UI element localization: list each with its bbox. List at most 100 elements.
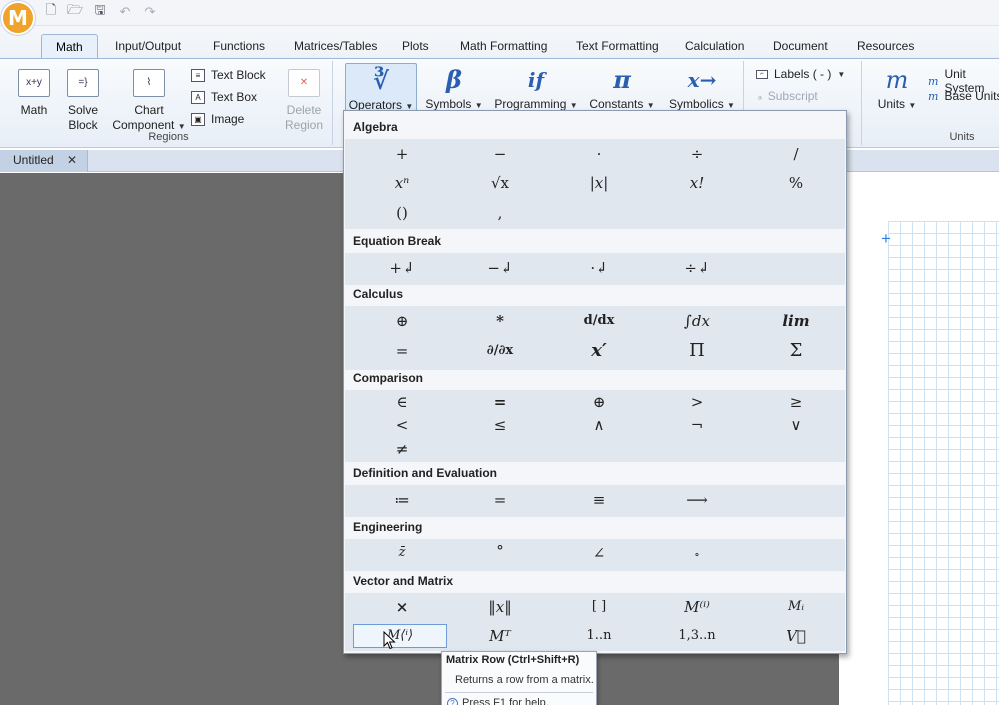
division-break-operator[interactable]: ÷↲ (667, 258, 727, 278)
operators-button[interactable]: ∛ Operators ▼ (345, 63, 417, 115)
multiply-operator[interactable]: · (569, 144, 629, 164)
delete-region-icon: ✕ (288, 69, 320, 97)
inline-divide-operator[interactable]: / (766, 144, 826, 164)
worksheet-grid[interactable] (888, 221, 999, 705)
cross-product-operator[interactable]: × (372, 597, 432, 617)
image-button[interactable]: ▣ Image (191, 112, 244, 126)
programming-icon: if (527, 68, 545, 92)
operators-dropdown-panel: Algebra + − · ÷ / xⁿ √x |x| x! % () , Eq… (343, 110, 847, 654)
boolean-equals-operator[interactable]: = (470, 392, 530, 412)
vectorize-operator[interactable]: V⃗ (766, 626, 826, 646)
subscript-button[interactable]: ₐ Subscript (758, 89, 818, 103)
delete-region-button[interactable]: ✕ Delete Region (279, 69, 329, 133)
subscript-index-operator[interactable]: Mᵢ (766, 597, 826, 617)
symbols-button[interactable]: β Symbols ▼ (423, 63, 485, 113)
not-operator[interactable]: ¬ (667, 415, 727, 435)
or-operator[interactable]: ∨ (766, 415, 826, 435)
less-than-operator[interactable]: < (372, 415, 432, 435)
parentheses-operator[interactable]: () (372, 203, 432, 223)
matrix-column-operator[interactable]: M⁽ⁱ⁾ (667, 597, 727, 617)
minus-operator[interactable]: − (470, 144, 530, 164)
comma-operator[interactable]: , (470, 203, 530, 223)
xor-operator[interactable]: ⊕ (569, 392, 629, 412)
chart-component-button[interactable]: ⌇ Chart Component ▼ (111, 69, 187, 134)
section-algebra: Algebra (353, 120, 398, 134)
complex-conjugate-operator[interactable]: z̄ (372, 543, 432, 563)
app-logo[interactable]: M (1, 1, 35, 35)
save-icon[interactable]: 🖫 (92, 2, 108, 20)
star-operator[interactable]: * (470, 311, 530, 331)
integral-operator[interactable]: ∫dx (667, 311, 727, 331)
units-button[interactable]: m Units ▼ (872, 63, 922, 113)
math-region-icon: x+y (18, 69, 50, 97)
derivative-operator[interactable]: d/dx (569, 311, 629, 331)
definition-operator[interactable]: ≔ (372, 490, 432, 510)
base-units-button[interactable]: m Base Units (928, 89, 999, 103)
undo-icon[interactable]: ↶ (117, 4, 133, 20)
small-circle-operator[interactable]: ∘ (667, 545, 727, 565)
subtraction-break-operator[interactable]: −↲ (470, 258, 530, 278)
tab-document[interactable]: Document (759, 34, 842, 59)
symbolics-button[interactable]: x→ Symbolics ▼ (662, 63, 742, 113)
percent-operator[interactable]: % (766, 173, 826, 193)
redo-icon[interactable]: ↷ (142, 4, 158, 20)
tab-math-formatting[interactable]: Math Formatting (446, 34, 561, 59)
text-block-icon: ≡ (191, 68, 205, 82)
section-definition-evaluation: Definition and Evaluation (353, 466, 498, 480)
divide-operator[interactable]: ÷ (667, 144, 727, 164)
absolute-value-operator[interactable]: |x| (569, 173, 629, 193)
close-icon[interactable]: ✕ (67, 150, 77, 171)
transpose-operator[interactable]: Mᵀ (470, 626, 530, 646)
matrix-row-operator[interactable]: M⟨ⁱ⟩ (353, 624, 447, 648)
tab-functions[interactable]: Functions (199, 34, 279, 59)
product-operator[interactable]: Π (667, 341, 727, 361)
partial-derivative-operator[interactable]: ∂/∂x (470, 341, 530, 361)
tab-text-formatting[interactable]: Text Formatting (562, 34, 673, 59)
summation-operator[interactable]: Σ (766, 341, 826, 361)
text-block-button[interactable]: ≡ Text Block (191, 68, 266, 82)
math-region-button[interactable]: x+y Math (13, 69, 55, 118)
symbolic-evaluation-operator[interactable]: ⟶ (667, 490, 727, 510)
matrix-operator[interactable]: [ ] (569, 597, 629, 617)
tab-input-output[interactable]: Input/Output (101, 34, 195, 59)
range-operator[interactable]: 1..n (569, 626, 629, 646)
labels-dropdown[interactable]: ⌐ Labels ( - ) ▼ (756, 67, 845, 81)
less-equal-operator[interactable]: ≤ (470, 415, 530, 435)
plus-operator[interactable]: + (372, 144, 432, 164)
document-tab-untitled[interactable]: Untitled ✕ (0, 150, 88, 172)
tab-resources[interactable]: Resources (843, 34, 928, 59)
text-box-button[interactable]: A Text Box (191, 90, 257, 104)
tab-math[interactable]: Math (41, 34, 98, 59)
vector-norm-operator[interactable]: ‖x‖ (470, 597, 530, 617)
degree-operator[interactable]: ° (470, 541, 530, 561)
equals-operator[interactable]: = (372, 341, 432, 361)
global-definition-operator[interactable]: ≡ (569, 490, 629, 510)
unit-system-icon: m (928, 74, 939, 88)
tooltip-description: Returns a row from a matrix. (455, 674, 594, 686)
programming-button[interactable]: if Programming ▼ (492, 63, 580, 113)
new-document-icon[interactable]: 🗋 (43, 2, 59, 20)
tab-matrices-tables[interactable]: Matrices/Tables (280, 34, 391, 59)
and-operator[interactable]: ∧ (569, 415, 629, 435)
multiplication-break-operator[interactable]: ·↲ (569, 258, 629, 278)
element-of-operator[interactable]: ∈ (372, 392, 432, 412)
factorial-operator[interactable]: x! (667, 173, 727, 193)
tab-plots[interactable]: Plots (388, 34, 443, 59)
power-operator[interactable]: xⁿ (372, 173, 432, 193)
addition-break-operator[interactable]: +↲ (372, 258, 432, 278)
stepped-range-operator[interactable]: 1,3..n (667, 626, 727, 646)
limit-operator[interactable]: lim (766, 311, 826, 331)
tab-calculation[interactable]: Calculation (671, 34, 758, 59)
constants-button[interactable]: π Constants ▼ (585, 63, 659, 113)
square-root-operator[interactable]: √x (470, 173, 530, 193)
label-icon: ⌐ (756, 69, 768, 79)
greater-equal-operator[interactable]: ≥ (766, 392, 826, 412)
convolution-operator[interactable]: ⊕ (372, 311, 432, 331)
open-folder-icon[interactable]: 🗁 (67, 2, 83, 20)
prime-derivative-operator[interactable]: x′ (569, 341, 629, 361)
evaluation-operator[interactable]: = (470, 490, 530, 510)
greater-than-operator[interactable]: > (667, 392, 727, 412)
angle-operator[interactable]: ∠ (569, 543, 629, 563)
solve-block-button[interactable]: =} Solve Block (63, 69, 103, 133)
not-equal-operator[interactable]: ≠ (372, 439, 432, 459)
